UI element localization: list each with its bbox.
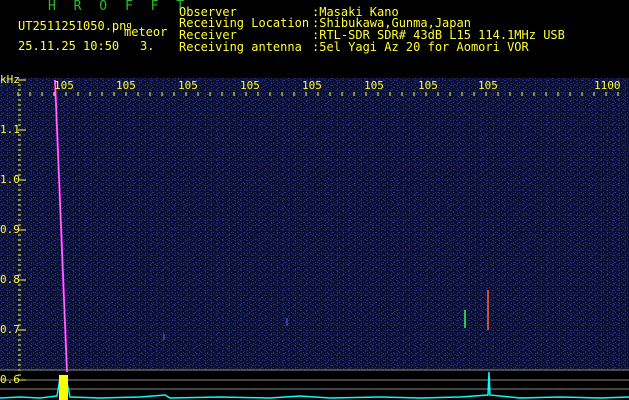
time-tick-label: 105 — [178, 79, 198, 92]
time-tick-label: 1100 — [594, 79, 621, 92]
program-title: H R O F F T — [48, 0, 190, 14]
counter: 3. — [140, 39, 155, 53]
time-tick-label: 105 — [364, 79, 384, 92]
datetime: 25.11.25 10:50 — [18, 39, 120, 53]
noise-field-overlay — [0, 78, 629, 370]
filename-text: UT2511251050.pn — [18, 19, 127, 33]
time-tick-label: 105 — [418, 79, 438, 92]
freq-tick-label: 0.9 — [0, 223, 20, 236]
time-tick-label: 105 — [302, 79, 322, 92]
unit-label: kHz — [0, 73, 20, 86]
info-label-antenna: Receiving antenna — [179, 40, 302, 54]
time-tick-label: 105 — [240, 79, 260, 92]
freq-tick-label: 1.0 — [0, 173, 20, 186]
lower-band — [0, 370, 629, 400]
time-tick-label: 105 — [54, 79, 74, 92]
freq-tick-label: 0.7 — [0, 323, 20, 336]
category-label: meteor — [124, 25, 168, 39]
header-panel: H R O F F T UT2511251050.png meteor 25.1… — [0, 0, 629, 72]
filename: UT2511251050.png — [18, 20, 132, 33]
freq-tick-label: 0.6 — [0, 373, 20, 386]
freq-tick-label: 0.8 — [0, 273, 20, 286]
meteor-echo-block — [59, 375, 68, 400]
freq-tick-label: 1.1 — [0, 123, 20, 136]
time-tick-label: 105 — [478, 79, 498, 92]
info-value-antenna: :5el Yagi Az 20 for Aomori VOR — [312, 40, 529, 54]
time-tick-label: 105 — [116, 79, 136, 92]
